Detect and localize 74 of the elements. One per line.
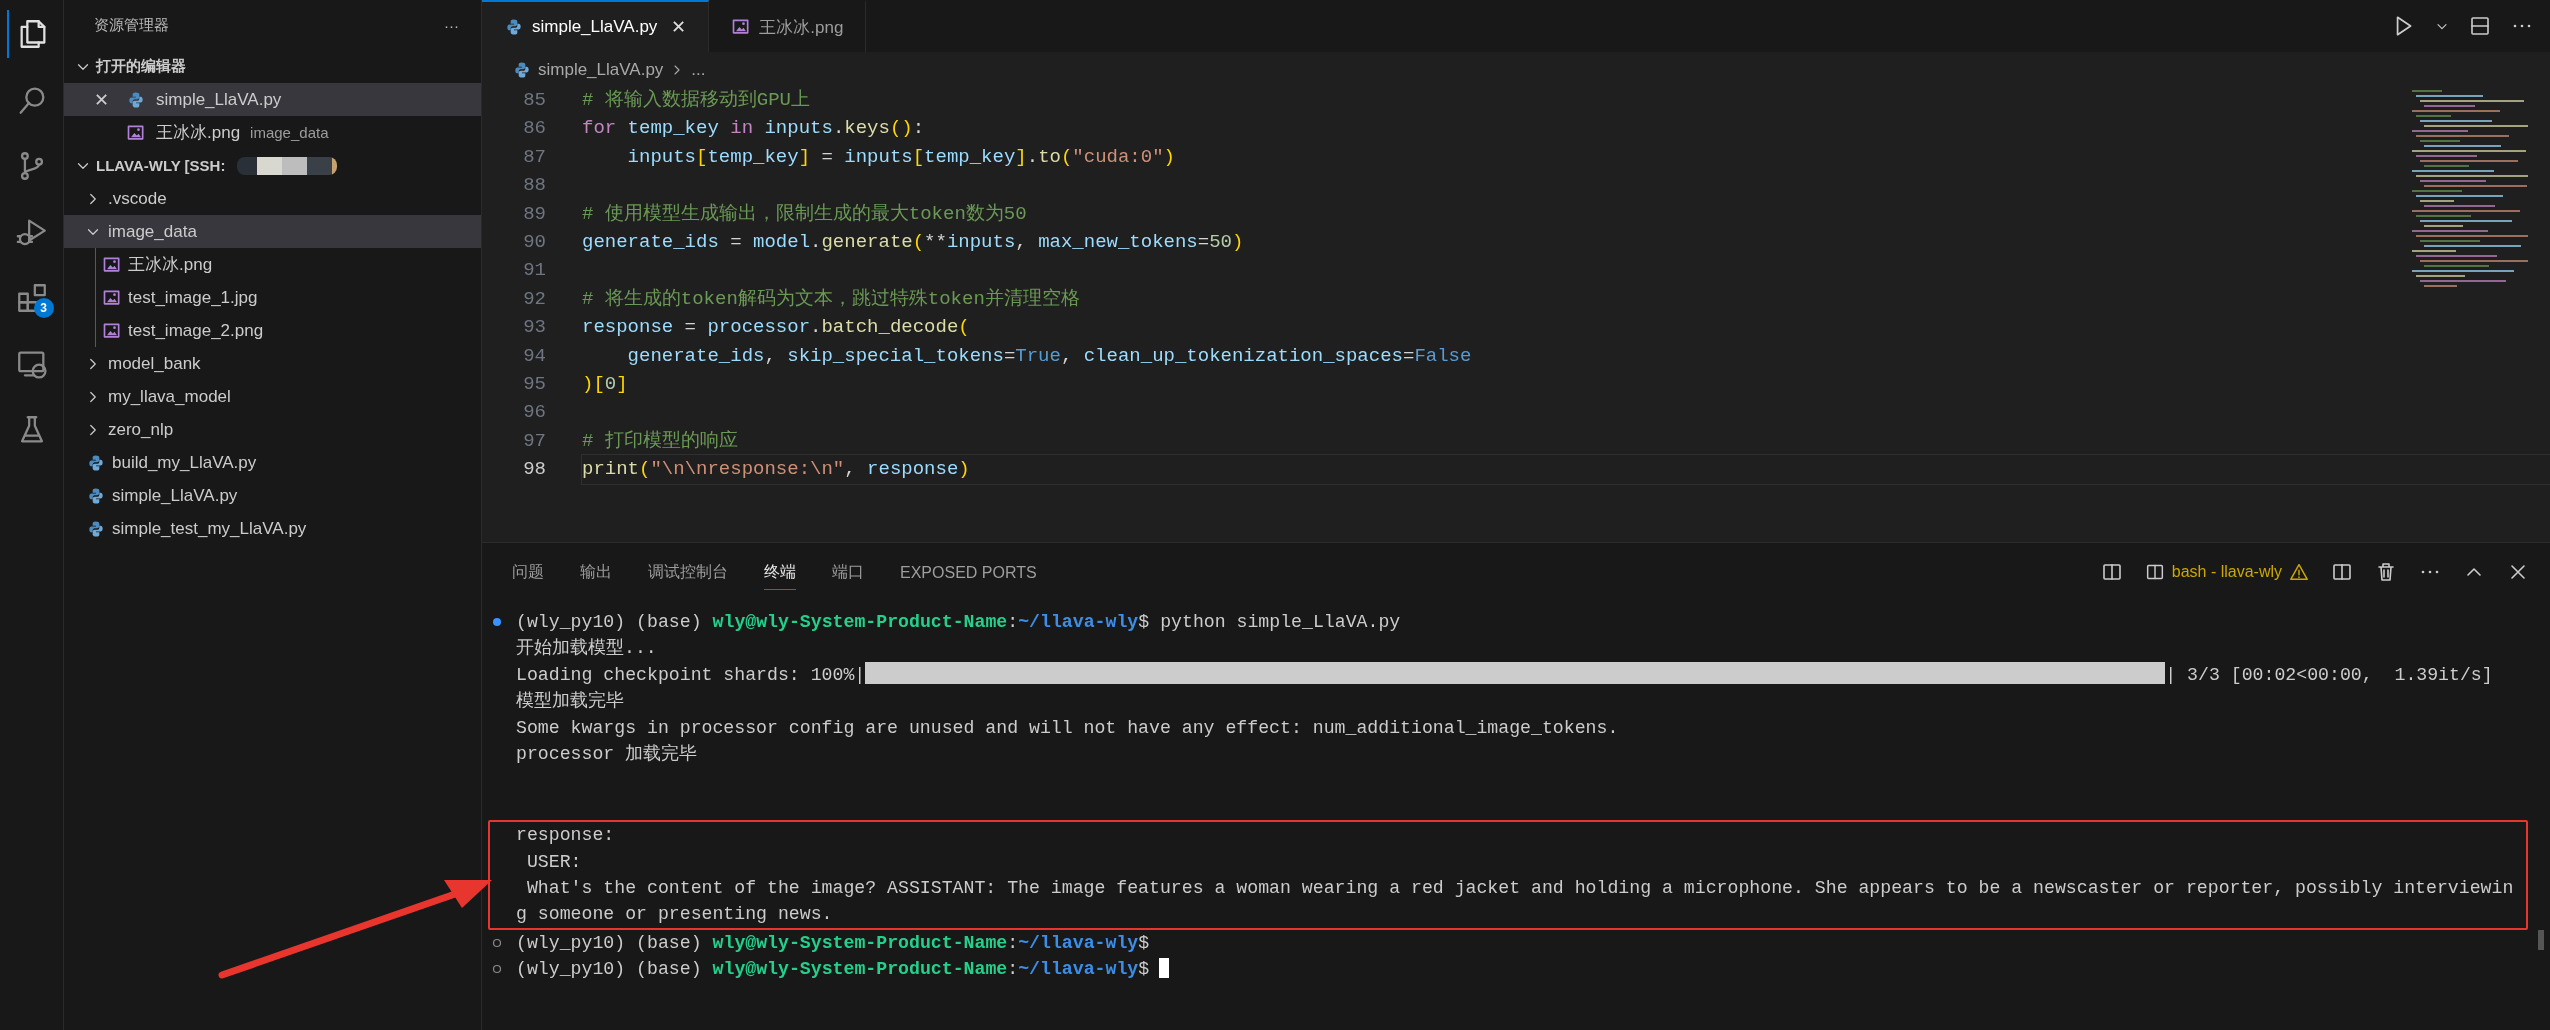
terminal-prompt-line: (wly_py10) (base) wly@wly-System-Product-Name:~/llava-wly$	[516, 932, 1150, 953]
terminal-text: Loading checkpoint shards: 100%|	[516, 664, 866, 685]
notification-badge: 3	[33, 298, 54, 318]
line-number: 97	[522, 428, 547, 454]
folder-item[interactable]: model_bank	[64, 347, 481, 380]
folder-item[interactable]: image_data	[64, 215, 481, 248]
more-actions[interactable]: ···	[444, 16, 459, 34]
code-line: generate_ids, skip_special_tokens=True, clean_up_tokenization_spaces=False	[626, 343, 1472, 369]
breadcrumb[interactable]: ...	[691, 60, 706, 80]
folder-item[interactable]: my_llava_model	[64, 380, 481, 413]
code-comment: # 使用模型生成输出，限制生成的最大token数为50	[582, 201, 1027, 227]
warning-icon	[2288, 561, 2310, 583]
terminal-text: Some kwargs in processor config are unused and will not have any effect: num_additional_image_tokens.	[516, 717, 1619, 738]
terminal-text: 模型加载完毕	[516, 691, 624, 712]
section-header[interactable]: LLAVA-WLY [SSH:	[96, 157, 226, 174]
panel-tab[interactable]: EXPOSED PORTS	[900, 555, 1037, 589]
editor-tab[interactable]: simple_LlaVA.py ✕	[482, 0, 710, 52]
breadcrumb[interactable]: simple_LlaVA.py	[538, 60, 664, 80]
terminal-text: response:	[516, 825, 615, 846]
terminal-text: processor 加载完毕	[516, 743, 698, 764]
panel-tab[interactable]: 端口	[832, 554, 864, 590]
split-editor-icon[interactable]	[2468, 14, 2492, 38]
image-file-icon	[731, 17, 752, 37]
code-line: for temp_key in inputs.keys():	[582, 116, 925, 142]
terminal-text: 开始加载模型...	[516, 638, 657, 659]
panel-tab[interactable]: 调试控制台	[648, 554, 728, 590]
line-number: 96	[522, 400, 547, 426]
code-line: inputs[temp_key] = inputs[temp_key].to("cuda:0")	[626, 144, 1175, 170]
terminal-text: g someone or presenting news.	[516, 904, 833, 925]
line-number: 90	[522, 230, 547, 256]
line-number: 91	[522, 258, 547, 284]
terminal-text: USER:	[525, 851, 582, 872]
file-item[interactable]: simple_LlaVA.py	[64, 479, 481, 512]
terminal-prompt-line: (wly_py10) (base) wly@wly-System-Product-Name:~/llava-wly$	[516, 959, 1150, 980]
line-number: 89	[522, 201, 547, 227]
terminal-prompt-line: (wly_py10) (base) wly@wly-System-Product-Name:~/llava-wly$ python simple_LlaVA.py	[516, 612, 1401, 632]
folder-item[interactable]: zero_nlp	[64, 413, 481, 446]
file-item[interactable]: build_my_LlaVA.py	[64, 446, 481, 479]
sidebar-title: 资源管理器	[94, 15, 169, 35]
open-editor-item[interactable]: ✕ simple_LlaVA.py	[64, 83, 481, 116]
panel-tab[interactable]: 问题	[512, 554, 544, 590]
line-number: 98	[522, 457, 547, 483]
python-file-icon	[504, 17, 524, 37]
python-file-icon	[512, 60, 532, 80]
open-editor-item[interactable]: 王冰冰.png image_data	[64, 116, 481, 149]
section-header[interactable]: 打开的编辑器	[96, 57, 186, 76]
line-number: 87	[522, 144, 547, 170]
panel-tab[interactable]: 输出	[580, 554, 612, 590]
close-button[interactable]: ✕	[671, 16, 687, 38]
scrollbar-thumb[interactable]	[2538, 930, 2544, 950]
line-number: 88	[522, 173, 547, 199]
file-item[interactable]: test_image_2.png	[96, 314, 481, 347]
line-number: 92	[522, 286, 547, 312]
terminal-text: What's the content of the image? ASSISTANT: The image features a woman wearing a red jacket and holding a microphone. She appears to be a newscaster or reporter, possibly interviewin	[525, 877, 2514, 898]
code-comment: # 打印模型的响应	[582, 428, 738, 454]
line-number: 94	[522, 343, 547, 369]
file-item[interactable]: test_image_1.jpg	[96, 281, 481, 314]
line-number: 86	[522, 116, 547, 142]
panel-tab[interactable]: 终端	[764, 554, 796, 590]
line-number: 93	[522, 315, 547, 341]
close-button[interactable]: ✕	[94, 88, 116, 111]
terminal-tab[interactable]: bash - llava-wly	[2143, 561, 2310, 583]
code-comment: # 将生成的token解码为文本，跳过特殊token并清理空格	[582, 286, 1080, 312]
file-item[interactable]: 王冰冰.png	[96, 248, 481, 281]
code-comment: # 将输入数据移动到GPU上	[582, 88, 810, 113]
line-number: 85	[522, 88, 547, 113]
code-line: )[0]	[582, 372, 628, 398]
folder-item[interactable]: .vscode	[64, 182, 481, 215]
file-item[interactable]: simple_test_my_LlaVA.py	[64, 512, 481, 545]
code-line: generate_ids = model.generate(**inputs, max_new_tokens=50)	[582, 230, 1244, 256]
code-line: print("\n\nresponse:\n", response)	[582, 455, 2550, 484]
line-number: 95	[522, 372, 547, 398]
terminal-text: | 3/3 [00:02<00:00, 1.39it/s]	[2165, 664, 2493, 685]
code-line: response = processor.batch_decode(	[582, 315, 970, 341]
